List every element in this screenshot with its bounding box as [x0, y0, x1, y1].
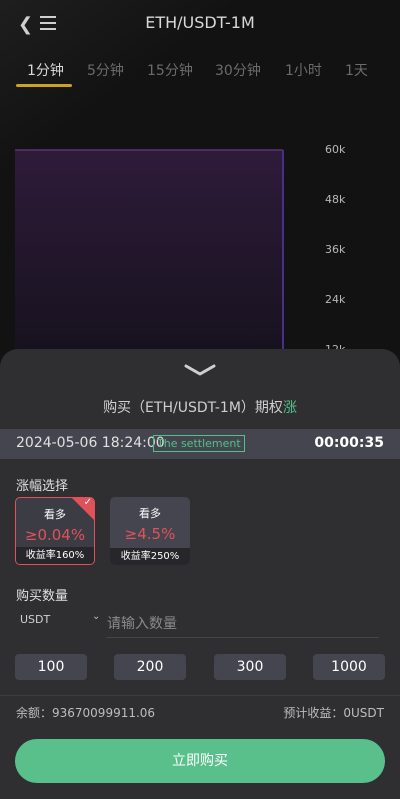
divider: [0, 695, 400, 696]
y-tick-60k: 60k: [325, 143, 346, 156]
amplitude-option-1[interactable]: ✓ 看多 ≥0.04% 收益率160%: [15, 497, 95, 565]
chart-area-mark: [15, 150, 283, 360]
buy-sheet: 购买（ETH/USDT-1M）期权涨 2024-05-06 18:24:00 T…: [0, 349, 400, 799]
countdown-timer: 00:00:35: [314, 435, 384, 451]
option-head: 看多: [44, 508, 66, 521]
period-datetime: 2024-05-06 18:24:00: [16, 435, 165, 451]
option-percent: ≥0.04%: [24, 526, 86, 544]
time-bar: 2024-05-06 18:24:00 The settlement 00:00…: [0, 429, 400, 459]
tab-5m[interactable]: 5分钟: [87, 60, 124, 80]
buy-title: 购买（ETH/USDT-1M）期权涨: [0, 397, 400, 417]
preset-200-button[interactable]: 200: [114, 654, 186, 680]
option-yield: 收益率250%: [110, 548, 190, 565]
option-yield: 收益率160%: [16, 547, 94, 564]
buy-title-text: 购买（ETH/USDT-1M）期权: [103, 400, 283, 416]
quantity-label: 购买数量: [16, 589, 69, 604]
quantity-input[interactable]: [106, 611, 379, 638]
y-tick-36k: 36k: [325, 243, 346, 256]
tab-1m[interactable]: 1分钟: [27, 60, 64, 80]
amplitude-label: 涨幅选择: [16, 479, 69, 494]
chevron-down-icon[interactable]: [184, 363, 216, 377]
chart-svg: [15, 149, 284, 360]
active-tab-indicator: [16, 84, 72, 87]
direction-up: 涨: [282, 400, 297, 416]
tab-1d[interactable]: 1天: [345, 60, 368, 80]
chevron-down-icon[interactable]: ⌄: [92, 611, 100, 622]
tab-1h[interactable]: 1小时: [285, 60, 322, 80]
option-percent: ≥4.5%: [124, 525, 176, 543]
tab-15m[interactable]: 15分钟: [147, 60, 193, 80]
tab-30m[interactable]: 30分钟: [215, 60, 261, 80]
buy-now-button[interactable]: 立即购买: [15, 739, 385, 783]
expected-profit-text: 预计收益：0USDT: [283, 706, 384, 720]
y-tick-48k: 48k: [325, 193, 346, 206]
y-tick-24k: 24k: [325, 293, 346, 306]
top-bar: ❮ ETH/USDT-1M: [0, 0, 400, 48]
preset-100-button[interactable]: 100: [15, 654, 87, 680]
page-title: ETH/USDT-1M: [145, 13, 255, 32]
unit-select[interactable]: USDT: [20, 613, 50, 626]
option-head: 看多: [139, 507, 161, 520]
preset-300-button[interactable]: 300: [214, 654, 286, 680]
settlement-badge: The settlement: [153, 435, 245, 452]
amplitude-option-2[interactable]: 看多 ≥4.5% 收益率250%: [110, 497, 190, 565]
price-chart[interactable]: 60k 48k 36k 24k 12k: [0, 100, 400, 360]
preset-1000-button[interactable]: 1000: [313, 654, 385, 680]
balance-text: 余额：93670099911.06: [16, 706, 156, 720]
